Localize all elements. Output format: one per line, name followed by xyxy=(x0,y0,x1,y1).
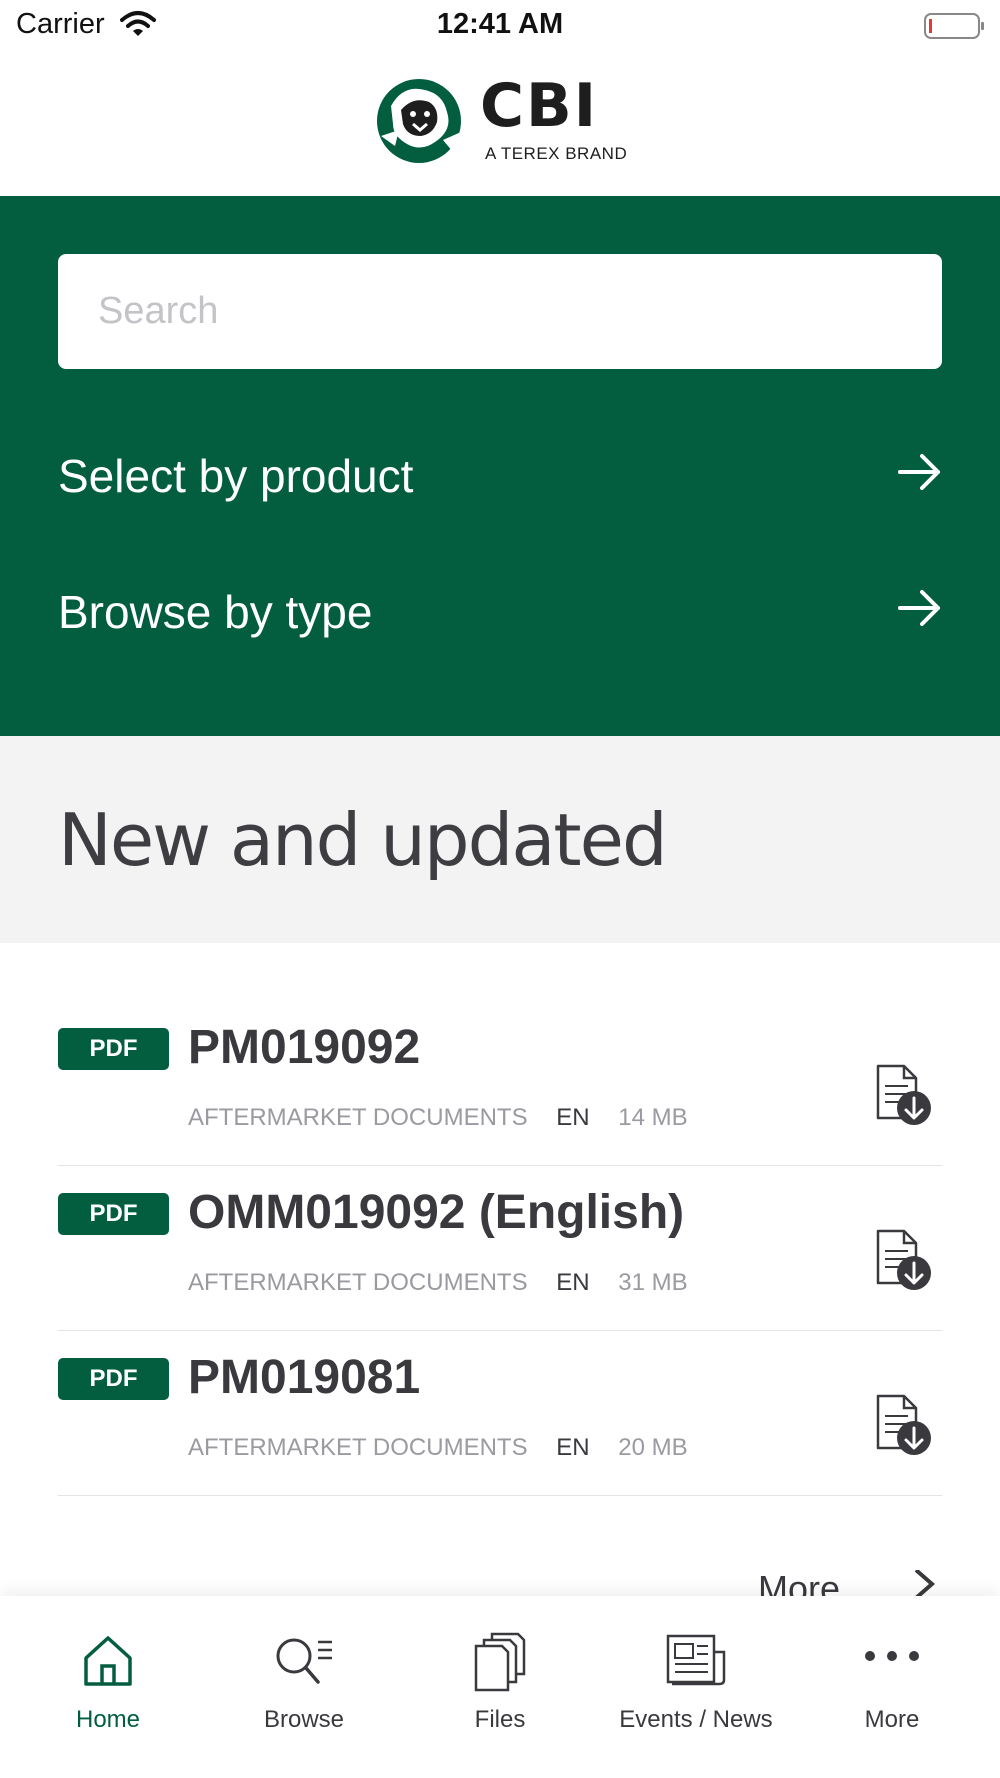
tab-more[interactable]: More xyxy=(792,1596,992,1778)
document-language: EN xyxy=(556,1104,590,1131)
select-by-product-label: Select by product xyxy=(58,450,414,502)
list-item[interactable]: PDF PM019092 AFTERMARKET DOCUMENTS EN 14… xyxy=(58,1000,942,1166)
arrow-right-icon xyxy=(898,585,942,639)
more-dots-icon xyxy=(792,1632,992,1702)
section-title: New and updated xyxy=(58,798,668,882)
document-meta: AFTERMARKET DOCUMENTS EN 20 MB xyxy=(188,1434,710,1462)
document-category: AFTERMARKET DOCUMENTS xyxy=(188,1269,528,1296)
tab-label: More xyxy=(864,1706,920,1733)
section-header: New and updated xyxy=(0,736,1000,943)
tab-files[interactable]: Files xyxy=(400,1596,600,1778)
document-title: PM019081 xyxy=(188,1351,421,1404)
document-title: OMM019092 (English) xyxy=(188,1186,685,1239)
download-icon[interactable] xyxy=(874,1064,934,1128)
browse-by-type-link[interactable]: Browse by type xyxy=(58,562,942,662)
tab-label: Files xyxy=(474,1706,526,1733)
search-input[interactable] xyxy=(58,254,942,369)
browse-by-type-label: Browse by type xyxy=(58,586,373,638)
brand-name: CBI xyxy=(480,71,599,141)
document-size: 20 MB xyxy=(618,1434,688,1461)
list-item[interactable]: PDF PM019081 AFTERMARKET DOCUMENTS EN 20… xyxy=(58,1330,942,1496)
document-category: AFTERMARKET DOCUMENTS xyxy=(188,1434,528,1461)
brand-tagline: A TEREX BRAND xyxy=(485,144,628,163)
news-icon xyxy=(596,1632,796,1702)
document-meta: AFTERMARKET DOCUMENTS EN 31 MB xyxy=(188,1269,710,1297)
bear-logo-icon xyxy=(373,76,465,171)
document-size: 31 MB xyxy=(618,1269,688,1296)
file-type-badge: PDF xyxy=(58,1028,169,1070)
brand-header: CBI A TEREX BRAND xyxy=(0,54,1000,196)
browse-icon xyxy=(204,1632,404,1702)
arrow-right-icon xyxy=(898,449,942,503)
select-by-product-link[interactable]: Select by product xyxy=(58,426,942,526)
tab-home[interactable]: Home xyxy=(8,1596,208,1778)
tab-browse[interactable]: Browse xyxy=(204,1596,404,1778)
document-language: EN xyxy=(556,1434,590,1461)
files-icon xyxy=(400,1632,600,1702)
document-language: EN xyxy=(556,1269,590,1296)
document-size: 14 MB xyxy=(618,1104,688,1131)
clock: 12:41 AM xyxy=(436,8,564,40)
tab-label: Home xyxy=(75,1706,141,1733)
list-item[interactable]: PDF OMM019092 (English) AFTERMARKET DOCU… xyxy=(58,1165,942,1331)
battery-icon xyxy=(924,12,986,45)
file-type-badge: PDF xyxy=(58,1193,169,1235)
document-meta: AFTERMARKET DOCUMENTS EN 14 MB xyxy=(188,1104,710,1132)
home-icon xyxy=(8,1632,208,1702)
hero-panel: Select by product Browse by type xyxy=(0,196,1000,736)
download-icon[interactable] xyxy=(874,1229,934,1293)
document-title: PM019092 xyxy=(188,1021,421,1074)
file-type-badge: PDF xyxy=(58,1358,169,1400)
download-icon[interactable] xyxy=(874,1394,934,1458)
tab-events-news[interactable]: Events / News xyxy=(596,1596,796,1778)
tab-bar: Home Browse Files Events / News More xyxy=(0,1596,1000,1778)
document-category: AFTERMARKET DOCUMENTS xyxy=(188,1104,528,1131)
tab-label: Events / News xyxy=(619,1706,773,1733)
tab-label: Browse xyxy=(263,1706,345,1733)
status-bar: Carrier 12:41 AM xyxy=(0,0,1000,54)
